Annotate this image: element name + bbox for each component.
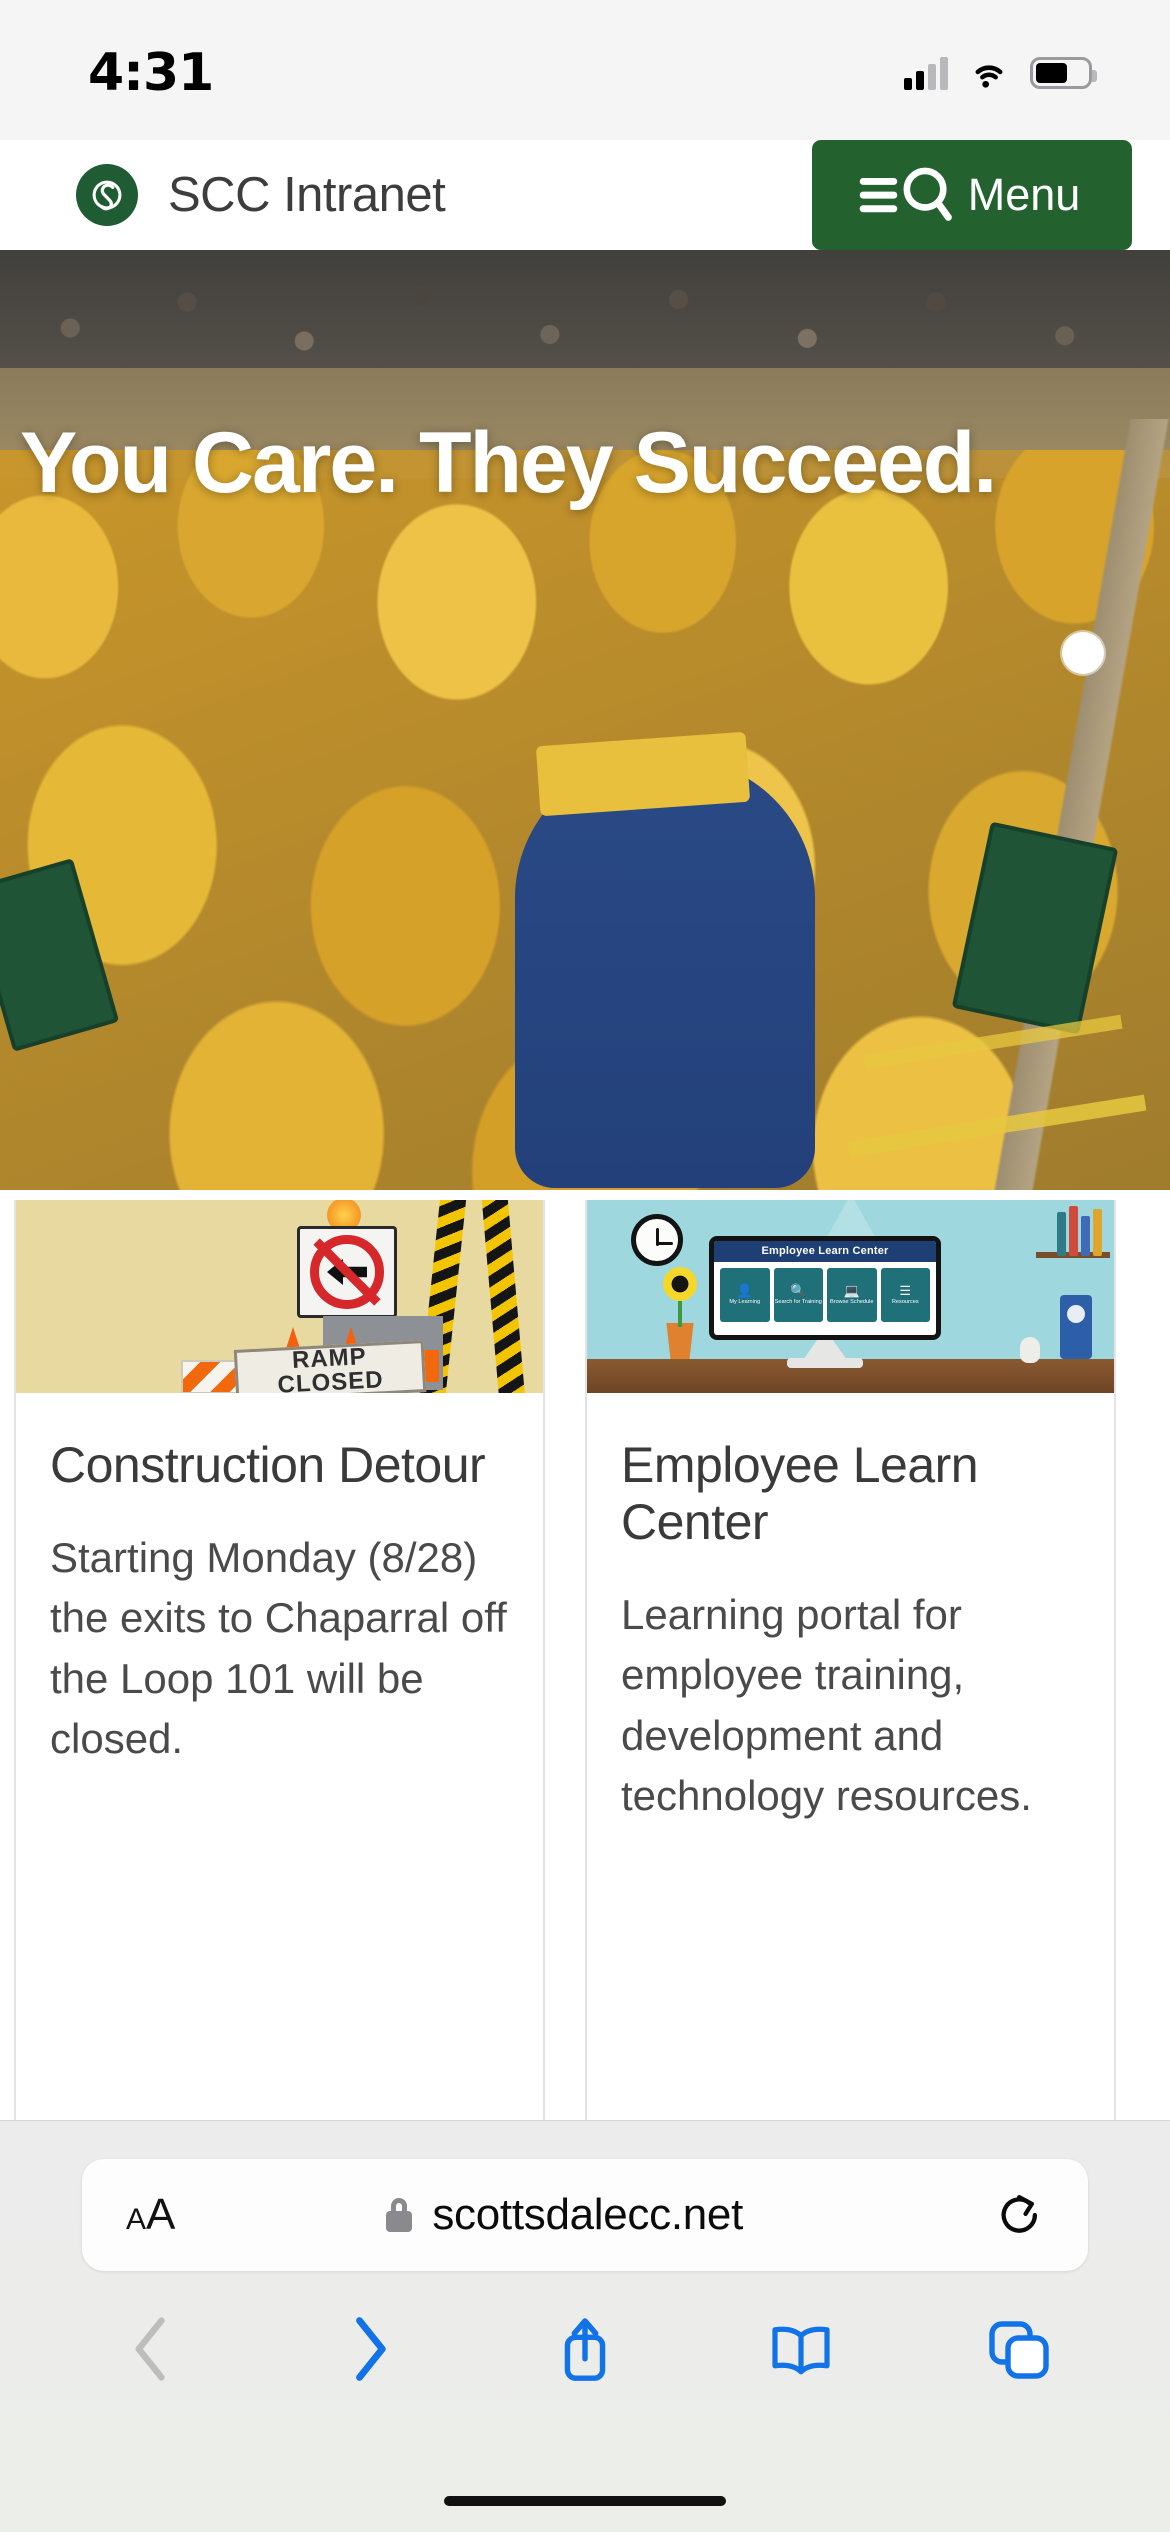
search-icon (903, 167, 952, 221)
site-header: SCC Intranet Menu (0, 140, 1170, 250)
battery-icon (1030, 57, 1097, 89)
tabs-icon[interactable] (975, 2306, 1061, 2392)
scc-s-logo-icon (76, 164, 138, 226)
browser-toolbar (0, 2289, 1170, 2409)
tile-label: Search for Training (774, 1299, 822, 1306)
person-badge-icon: 👤 (736, 1283, 753, 1299)
url-text: scottsdalecc.net (432, 2190, 744, 2239)
tile-label: Browse Schedule (829, 1299, 874, 1306)
ramp-sign-line2: CLOSED (276, 1366, 385, 1393)
cellular-signal-icon (904, 56, 948, 90)
card-title: Construction Detour (50, 1437, 486, 1493)
monitor-icon: Employee Learn Center 👤 My Learning 🔍 Se… (709, 1236, 941, 1340)
brand-name: SCC Intranet (168, 168, 446, 222)
card-employee-learn-center[interactable]: Employee Learn Center 👤 My Learning 🔍 Se… (585, 1200, 1116, 2140)
books-icon (1057, 1206, 1102, 1256)
wifi-icon (975, 65, 1003, 88)
reload-icon[interactable] (994, 2189, 1046, 2241)
carousel-dot[interactable] (1062, 632, 1104, 674)
monitor-icon: 💻 (843, 1283, 860, 1299)
home-indicator (444, 2496, 726, 2506)
sunflower-icon (663, 1267, 697, 1301)
card-text: Starting Monday (8/28) the exits to Chap… (50, 1534, 507, 1763)
menu-button[interactable]: Menu (812, 140, 1132, 250)
lock-icon (386, 2198, 413, 2232)
text-size-button[interactable]: AA (126, 2190, 175, 2240)
employee-learn-center-image: Employee Learn Center 👤 My Learning 🔍 Se… (587, 1200, 1114, 1393)
magnifier-icon: 🔍 (790, 1283, 807, 1299)
card-list: RAMP CLOSED Construction Detour Starting… (0, 1200, 1170, 2140)
construction-detour-image: RAMP CLOSED (16, 1200, 543, 1393)
list-icon: ☰ (899, 1283, 912, 1299)
hero-banner[interactable]: You Care. They Succeed. (0, 250, 1170, 1190)
wall-clock-icon (631, 1214, 683, 1266)
share-icon[interactable] (542, 2306, 628, 2392)
tile-my-learning: 👤 My Learning (720, 1268, 770, 1322)
forward-chevron-icon[interactable] (326, 2306, 412, 2392)
safari-bottom-bar: AA scottsdalecc.net (0, 2120, 1170, 2532)
brand[interactable]: SCC Intranet (76, 164, 446, 226)
tile-label: Resources (891, 1299, 919, 1306)
address-bar[interactable]: AA scottsdalecc.net (82, 2159, 1088, 2271)
back-chevron-icon[interactable] (109, 2306, 195, 2392)
card-text: Learning portal for employee training, d… (621, 1591, 1032, 1820)
screen-title: Employee Learn Center (714, 1241, 936, 1262)
status-bar: 4:31 (0, 0, 1170, 140)
tile-browse-schedule: 💻 Browse Schedule (827, 1268, 877, 1322)
hero-headline: You Care. They Succeed. (20, 415, 997, 511)
status-bar-indicators (904, 56, 1097, 90)
hero-image (0, 250, 1170, 1190)
bookmarks-book-icon[interactable] (758, 2306, 844, 2392)
tile-search-for-training: 🔍 Search for Training (773, 1268, 823, 1322)
status-bar-time: 4:31 (88, 43, 214, 103)
card-construction-detour[interactable]: RAMP CLOSED Construction Detour Starting… (14, 1200, 545, 2140)
no-left-turn-sign-icon (297, 1226, 397, 1318)
card-title: Employee Learn Center (621, 1437, 979, 1550)
ramp-closed-sign: RAMP CLOSED (233, 1340, 427, 1393)
tile-label: My Learning (729, 1299, 761, 1306)
tile-resources: ☰ Resources (880, 1268, 930, 1322)
menu-button-label: Menu (967, 169, 1081, 220)
